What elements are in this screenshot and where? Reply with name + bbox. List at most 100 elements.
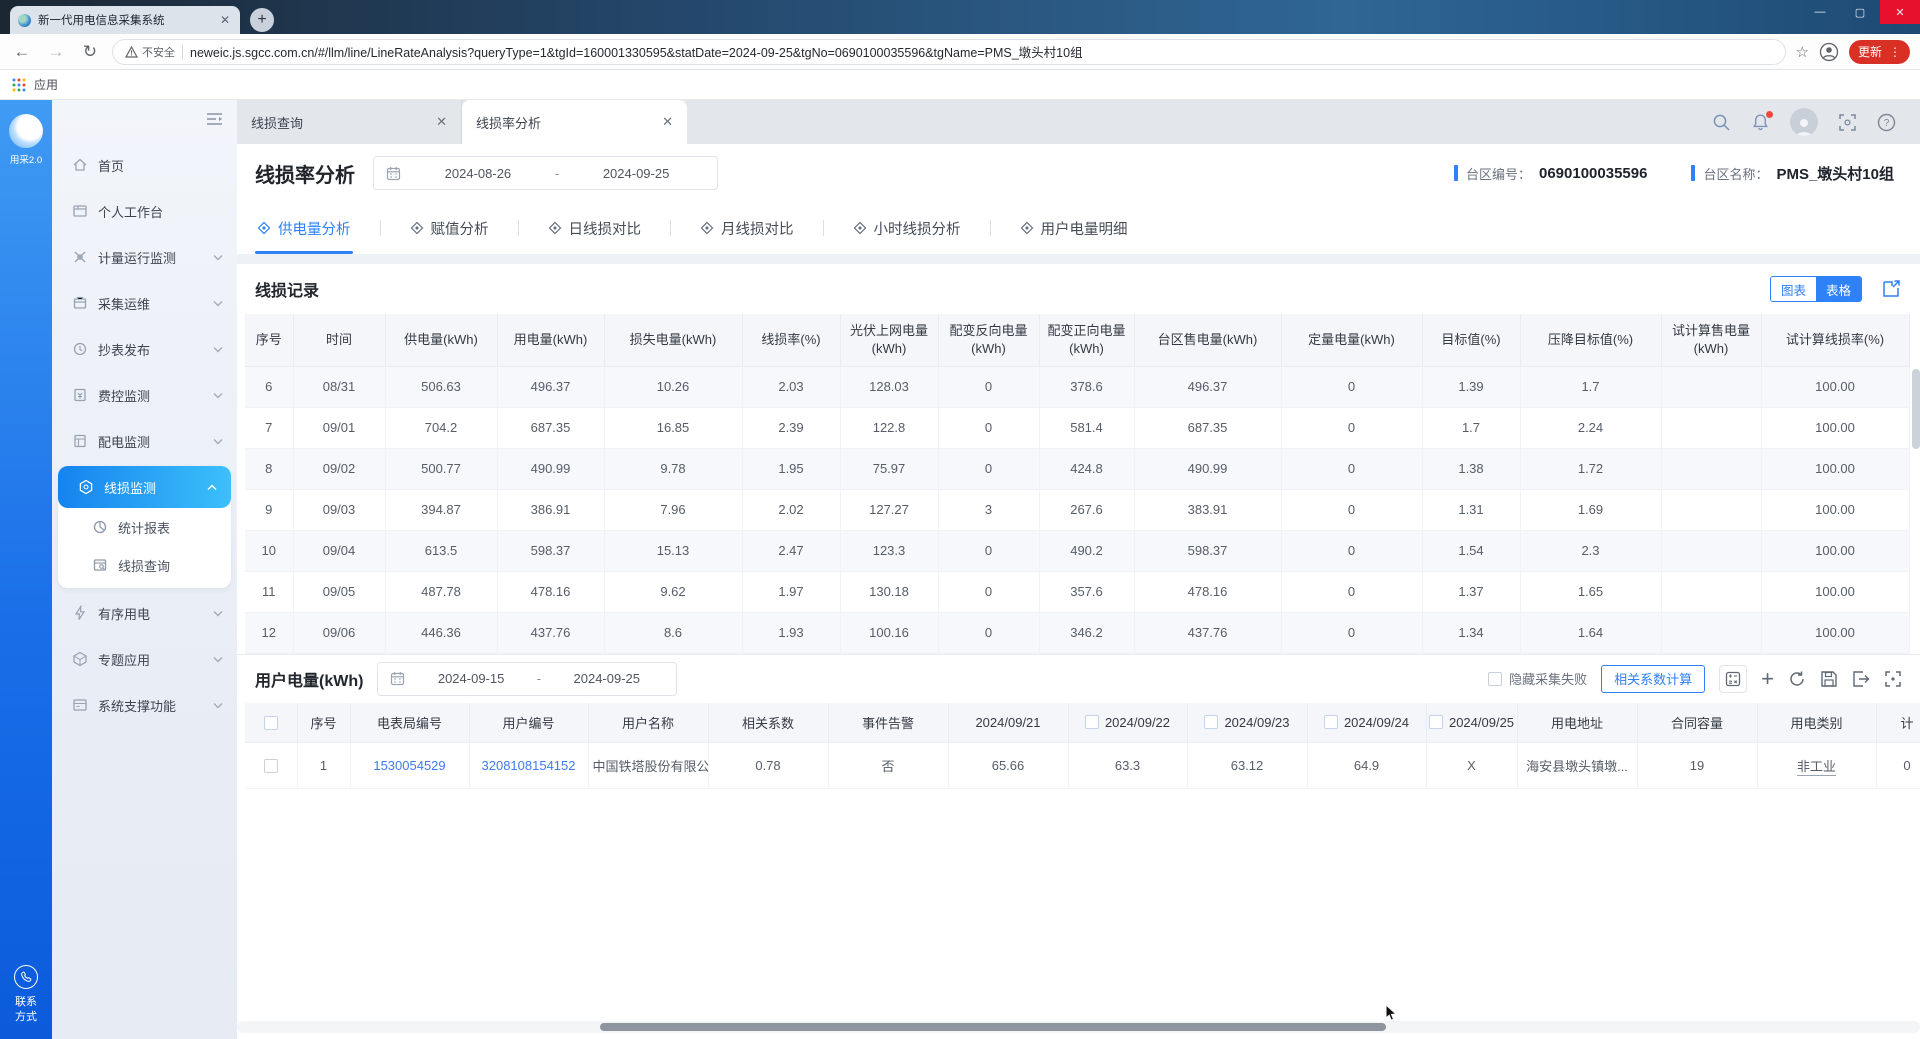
- sidebar-item-workbench[interactable]: 个人工作台: [52, 188, 237, 234]
- date-end-value[interactable]: 2024-09-25: [567, 166, 705, 181]
- table-view-button[interactable]: 表格: [1816, 277, 1861, 301]
- search-icon[interactable]: [1712, 113, 1731, 132]
- home-icon: [72, 157, 88, 173]
- horizontal-scrollbar-thumb[interactable]: [600, 1023, 1386, 1031]
- horizontal-scrollbar[interactable]: [237, 1021, 1920, 1033]
- notification-bell-icon[interactable]: [1751, 113, 1770, 132]
- subtab-divider: [990, 220, 991, 236]
- loss-cell: 100.00: [1761, 366, 1909, 407]
- apps-grid-icon[interactable]: [12, 78, 26, 92]
- date-col-checkbox[interactable]: [1429, 715, 1443, 729]
- query-icon: [92, 557, 108, 573]
- subtab-1[interactable]: 供电量分析: [255, 202, 353, 254]
- save-icon[interactable]: [1820, 670, 1838, 688]
- main-date-range-picker[interactable]: 2024-08-26 - 2024-09-25: [373, 156, 718, 190]
- loss-col-header: 序号: [245, 314, 293, 366]
- subtab-5[interactable]: 小时线损分析: [851, 202, 963, 254]
- tab-close-icon[interactable]: ✕: [662, 114, 673, 130]
- profile-icon[interactable]: [1819, 42, 1839, 62]
- address-bar[interactable]: 不安全 neweic.js.sgcc.com.cn/#/llm/line/Lin…: [112, 39, 1786, 65]
- date-col-checkbox[interactable]: [1085, 715, 1099, 729]
- fullscreen-capture-icon[interactable]: [1838, 113, 1857, 132]
- sidebar-item-collection-ops[interactable]: 采集运维: [52, 280, 237, 326]
- loss-cell: 100.00: [1761, 489, 1909, 530]
- sidebar-collapse-icon[interactable]: [206, 112, 223, 129]
- date-col-checkbox[interactable]: [1204, 715, 1218, 729]
- hide-failed-checkbox[interactable]: [1488, 672, 1502, 686]
- loss-cell: 16.85: [604, 407, 742, 448]
- user-avatar[interactable]: [1790, 108, 1818, 136]
- loss-cell: 1.39: [1422, 366, 1520, 407]
- select-all-checkbox[interactable]: [264, 716, 278, 730]
- export-data-icon[interactable]: [1852, 670, 1870, 688]
- user-date-range-picker[interactable]: 2024-09-15 - 2024-09-25: [377, 662, 677, 696]
- export-icon[interactable]: [1880, 278, 1902, 300]
- workspace-tab-2[interactable]: 线损率分析 ✕: [462, 100, 687, 144]
- loss-col-header: 光伏上网电量 (kWh): [840, 314, 938, 366]
- date-start-value[interactable]: 2024-08-26: [409, 166, 547, 181]
- chevron-down-icon: [213, 392, 223, 399]
- bookmark-star-icon[interactable]: ☆: [1796, 43, 1809, 61]
- sidebar-item-home[interactable]: 首页: [52, 142, 237, 188]
- not-secure-badge[interactable]: 不安全: [125, 44, 175, 60]
- url-text[interactable]: neweic.js.sgcc.com.cn/#/llm/line/LineRat…: [190, 42, 1083, 61]
- subtab-6[interactable]: 用户电量明细: [1018, 202, 1130, 254]
- loss-cell: 581.4: [1039, 407, 1134, 448]
- refresh-icon[interactable]: [1788, 670, 1806, 688]
- sidebar-item-orderly-power[interactable]: 有序用电: [52, 590, 237, 636]
- tab-close-icon[interactable]: ✕: [436, 114, 447, 130]
- user-date-start-value[interactable]: 2024-09-15: [413, 671, 528, 686]
- browser-tab-close-icon[interactable]: ✕: [218, 13, 232, 27]
- calculator-icon[interactable]: [1719, 665, 1747, 693]
- subtab-3[interactable]: 日线损对比: [546, 202, 644, 254]
- loss-cell: 10: [245, 530, 293, 571]
- user-link-cell[interactable]: 3208108154152: [469, 743, 588, 789]
- user-col-header: 用户编号: [469, 703, 588, 743]
- fullscreen-icon[interactable]: [1884, 670, 1902, 688]
- window-minimize-button[interactable]: —: [1800, 0, 1840, 24]
- loss-cell: 09/05: [293, 571, 385, 612]
- loss-cell: 11: [245, 571, 293, 612]
- workspace-tab-1[interactable]: 线损查询 ✕: [237, 100, 462, 144]
- mouse-cursor: [1385, 1004, 1399, 1025]
- reload-button[interactable]: ↻: [78, 42, 102, 62]
- window-close-button[interactable]: ✕: [1880, 0, 1920, 24]
- apps-bookmark-label[interactable]: 应用: [34, 76, 58, 93]
- chart-view-button[interactable]: 图表: [1771, 277, 1816, 301]
- date-col-checkbox[interactable]: [1324, 715, 1338, 729]
- sidebar-item-metering-monitor[interactable]: 计量运行监测: [52, 234, 237, 280]
- diamond-icon: [548, 221, 562, 235]
- sidebar-item-meter-reading[interactable]: 抄表发布: [52, 326, 237, 372]
- contact-widget[interactable]: 联系 方式: [0, 965, 52, 1025]
- sidebar-item-distribution-monitor[interactable]: 配电监测: [52, 418, 237, 464]
- app-logo[interactable]: [9, 114, 43, 148]
- forward-button[interactable]: →: [44, 42, 68, 62]
- correlation-calc-button[interactable]: 相关系数计算: [1601, 665, 1705, 693]
- window-maximize-button[interactable]: ▢: [1840, 0, 1880, 24]
- new-tab-button[interactable]: +: [250, 8, 274, 32]
- sidebar-item-report[interactable]: 统计报表: [58, 508, 231, 546]
- loss-cell: 0: [1281, 612, 1422, 653]
- hide-failed-checkbox-group[interactable]: 隐藏采集失败: [1488, 669, 1587, 688]
- help-icon[interactable]: ?: [1877, 113, 1896, 132]
- user-date-end-value[interactable]: 2024-09-25: [549, 671, 664, 686]
- sidebar-item-special-app[interactable]: 专题应用: [52, 636, 237, 682]
- table-row: 709/01704.2687.3516.852.39122.80581.4687…: [245, 407, 1909, 448]
- add-icon[interactable]: +: [1761, 666, 1774, 692]
- user-link-cell[interactable]: 1530054529: [350, 743, 469, 789]
- table-row: 608/31506.63496.3710.262.03128.030378.64…: [245, 366, 1909, 407]
- browser-menu-icon[interactable]: ⋮: [1889, 45, 1901, 59]
- sidebar-item-system-support[interactable]: 系统支撑功能: [52, 682, 237, 728]
- row-checkbox[interactable]: [264, 759, 278, 773]
- chrome-update-button[interactable]: 更新 ⋮: [1849, 40, 1910, 64]
- loss-cell: 2.24: [1520, 407, 1661, 448]
- back-button[interactable]: ←: [10, 42, 34, 62]
- subtab-2[interactable]: 赋值分析: [408, 202, 491, 254]
- browser-tab[interactable]: 新一代用电信息采集系统 ✕: [10, 6, 240, 34]
- sidebar-item-query[interactable]: 线损查询: [58, 546, 231, 584]
- sidebar-item-fee-control[interactable]: 费控监测: [52, 372, 237, 418]
- row-select-cell: [245, 743, 297, 789]
- sidebar-item-line-loss[interactable]: 线损监测: [58, 466, 231, 508]
- table-vertical-scrollbar[interactable]: [1912, 369, 1920, 649]
- subtab-4[interactable]: 月线损对比: [698, 202, 796, 254]
